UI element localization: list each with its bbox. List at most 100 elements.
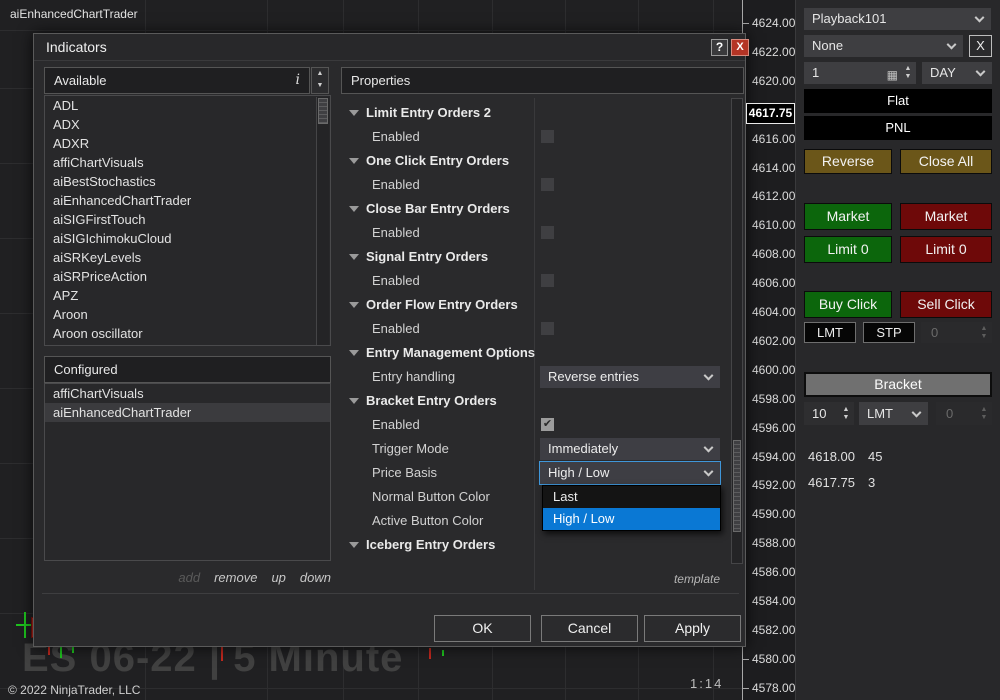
up-link[interactable]: up — [271, 570, 285, 585]
available-list[interactable]: ADLADXADXRaffiChartVisualsaiBestStochast… — [44, 95, 331, 346]
sell-market-button[interactable]: Market — [900, 203, 992, 230]
property-category-label[interactable]: Iceberg Entry Orders — [366, 537, 495, 552]
account-dropdown[interactable]: Playback101 — [804, 8, 991, 30]
available-list-item[interactable]: affiChartVisuals — [45, 153, 330, 172]
chart-tab-title[interactable]: aiEnhancedChartTrader — [10, 7, 138, 21]
available-list-item[interactable]: aiSIGFirstTouch — [45, 210, 330, 229]
property-checkbox[interactable] — [541, 130, 554, 143]
down-link[interactable]: down — [300, 570, 331, 585]
stp-mode-button[interactable]: STP — [863, 322, 915, 343]
quantity-stepper[interactable]: 1 ▦ ▲▼ — [804, 62, 916, 84]
price-axis-label: 4598.00 — [752, 391, 795, 407]
property-label: Enabled — [372, 321, 420, 336]
available-scrollbar-thumb[interactable] — [318, 98, 328, 124]
available-list-item[interactable]: APZ — [45, 286, 330, 305]
buy-market-button[interactable]: Market — [804, 203, 892, 230]
flat-button[interactable]: Flat — [804, 89, 992, 113]
bracket-qty-spin-arrows[interactable]: ▲▼ — [841, 406, 851, 422]
remove-link[interactable]: remove — [214, 570, 257, 585]
property-dropdown[interactable]: Immediately — [540, 438, 720, 460]
property-checkbox[interactable]: ✔ — [541, 418, 554, 431]
properties-scrollbar[interactable] — [731, 98, 743, 564]
atm-close-button[interactable]: X — [969, 35, 992, 57]
bracket-button[interactable]: Bracket — [804, 372, 992, 397]
quantity-spin-arrows[interactable]: ▲▼ — [903, 65, 913, 81]
available-list-item[interactable]: aiSRKeyLevels — [45, 248, 330, 267]
calculator-icon[interactable]: ▦ — [887, 64, 898, 84]
triangle-down-icon[interactable] — [349, 206, 359, 212]
lmt-mode-button[interactable]: LMT — [804, 322, 856, 343]
triangle-down-icon[interactable] — [349, 398, 359, 404]
atm-strategy-dropdown[interactable]: None — [804, 35, 963, 57]
available-list-item[interactable]: aiSRPriceAction — [45, 267, 330, 286]
candle-wick-red-3 — [429, 648, 431, 659]
properties-scrollbar-thumb[interactable] — [733, 440, 741, 532]
stop-offset-spin-arrows: ▲▼ — [979, 325, 989, 341]
apply-button[interactable]: Apply — [644, 615, 741, 642]
available-scrollbar[interactable] — [316, 97, 329, 346]
available-list-item[interactable]: Aroon oscillator — [45, 324, 330, 343]
property-dropdown[interactable]: High / Low — [540, 462, 720, 484]
configured-list-item[interactable]: affiChartVisuals — [45, 384, 330, 403]
price-axis-label: 4606.00 — [752, 275, 795, 291]
ok-button[interactable]: OK — [434, 615, 531, 642]
triangle-down-icon[interactable] — [349, 110, 359, 116]
bracket-type-dropdown[interactable]: LMT — [859, 402, 928, 425]
template-link[interactable]: template — [674, 572, 720, 586]
triangle-down-icon[interactable] — [349, 302, 359, 308]
tif-dropdown[interactable]: DAY — [922, 62, 992, 84]
buy-limit-button[interactable]: Limit 0 — [804, 236, 892, 263]
sell-limit-button[interactable]: Limit 0 — [900, 236, 992, 263]
price-axis-label: 4616.00 — [752, 131, 795, 147]
close-icon[interactable]: X — [731, 39, 749, 56]
property-dropdown-value: Reverse entries — [548, 369, 639, 384]
property-checkbox[interactable] — [541, 226, 554, 239]
available-list-item[interactable]: Aroon — [45, 305, 330, 324]
triangle-down-icon[interactable] — [349, 350, 359, 356]
price-axis-label: 4610.00 — [752, 217, 795, 233]
gridline-horizontal — [0, 30, 742, 31]
available-list-item[interactable]: ADL — [45, 96, 330, 115]
quantity-value: 1 — [812, 65, 819, 80]
configured-list-item[interactable]: aiEnhancedChartTrader — [45, 403, 330, 422]
info-icon[interactable]: i — [296, 68, 300, 93]
property-category-label[interactable]: Bracket Entry Orders — [366, 393, 497, 408]
available-scroll-arrows[interactable]: ▲▼ — [311, 67, 329, 94]
chevron-down-icon — [704, 443, 714, 453]
triangle-down-icon[interactable] — [349, 158, 359, 164]
available-list-item[interactable]: aiBestStochastics — [45, 172, 330, 191]
dropdown-option[interactable]: High / Low — [543, 508, 720, 530]
property-checkbox[interactable] — [541, 178, 554, 191]
property-dropdown-value: Immediately — [548, 441, 618, 456]
price-axis-label: 4600.00 — [752, 362, 795, 378]
buy-click-button[interactable]: Buy Click — [804, 291, 892, 318]
sell-click-button[interactable]: Sell Click — [900, 291, 992, 318]
property-category-label[interactable]: Close Bar Entry Orders — [366, 201, 510, 216]
property-checkbox[interactable] — [541, 274, 554, 287]
help-button[interactable]: ? — [711, 39, 728, 56]
dropdown-option[interactable]: Last — [543, 486, 720, 508]
triangle-down-icon[interactable] — [349, 254, 359, 260]
cancel-button[interactable]: Cancel — [541, 615, 638, 642]
dropdown-option-list: LastHigh / Low — [542, 485, 721, 531]
atm-strategy-value: None — [812, 38, 843, 53]
configured-list[interactable]: affiChartVisualsaiEnhancedChartTrader — [44, 383, 331, 561]
property-dropdown[interactable]: Reverse entries — [540, 366, 720, 388]
reverse-button[interactable]: Reverse — [804, 149, 892, 174]
property-category-label[interactable]: One Click Entry Orders — [366, 153, 509, 168]
close-all-button[interactable]: Close All — [900, 149, 992, 174]
available-list-item[interactable]: aiSIGIchimokuCloud — [45, 229, 330, 248]
property-category-label[interactable]: Entry Management Options — [366, 345, 535, 360]
property-category-label[interactable]: Limit Entry Orders 2 — [366, 105, 491, 120]
pnl-button[interactable]: PNL — [804, 116, 992, 140]
dialog-titlebar[interactable]: Indicators ? X — [34, 34, 745, 61]
triangle-down-icon[interactable] — [349, 542, 359, 548]
available-list-item[interactable]: ADXR — [45, 134, 330, 153]
property-checkbox[interactable] — [541, 322, 554, 335]
available-list-item[interactable]: ADX — [45, 115, 330, 134]
property-category-label[interactable]: Order Flow Entry Orders — [366, 297, 518, 312]
property-category-label[interactable]: Signal Entry Orders — [366, 249, 488, 264]
available-list-item[interactable]: aiEnhancedChartTrader — [45, 191, 330, 210]
price-axis-label: 4604.00 — [752, 304, 795, 320]
bracket-qty-stepper[interactable]: 10 ▲▼ — [804, 402, 854, 425]
